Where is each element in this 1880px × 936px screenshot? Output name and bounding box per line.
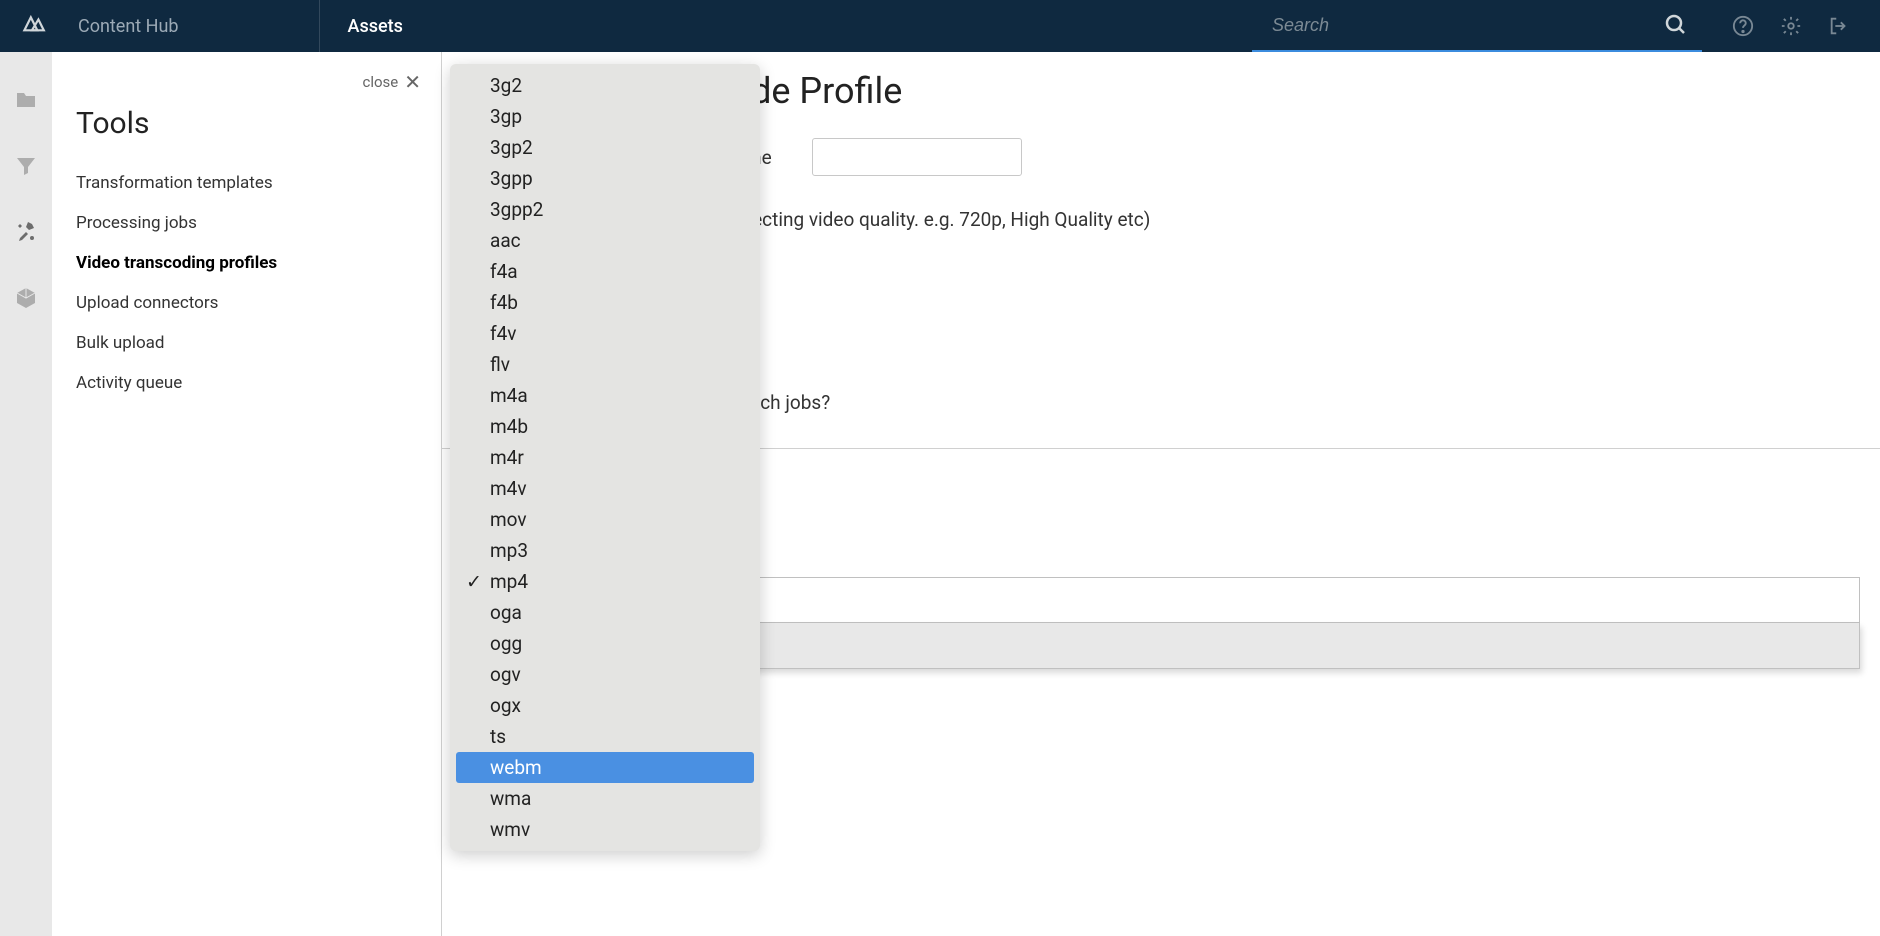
sidebar-item-bulk-upload[interactable]: Bulk upload: [72, 323, 421, 363]
nav-assets[interactable]: Assets: [320, 16, 431, 37]
format-option-m4v[interactable]: m4v: [456, 473, 754, 504]
format-option-mp3[interactable]: mp3: [456, 535, 754, 566]
format-option-ts[interactable]: ts: [456, 721, 754, 752]
sidebar-item-transformation-templates[interactable]: Transformation templates: [72, 163, 421, 203]
format-option-3gp[interactable]: 3gp: [456, 101, 754, 132]
sidebar-item-processing-jobs[interactable]: Processing jobs: [72, 203, 421, 243]
gear-icon[interactable]: [1780, 15, 1802, 37]
format-option-ogv[interactable]: ogv: [456, 659, 754, 690]
format-option-mov[interactable]: mov: [456, 504, 754, 535]
help-icon[interactable]: [1732, 15, 1754, 37]
format-option-m4b[interactable]: m4b: [456, 411, 754, 442]
format-option-webm[interactable]: webm: [456, 752, 754, 783]
sidebar-item-video-transcoding-profiles[interactable]: Video transcoding profiles: [72, 243, 421, 283]
format-option-wmv[interactable]: wmv: [456, 814, 754, 845]
filter-icon[interactable]: [14, 154, 38, 178]
app-logo-icon: [20, 13, 46, 39]
format-option-mp4[interactable]: mp4: [456, 566, 754, 597]
format-dropdown[interactable]: 3g23gp3gp23gpp3gpp2aacf4af4bf4vflvm4am4b…: [450, 64, 760, 851]
format-option-aac[interactable]: aac: [456, 225, 754, 256]
format-option-f4a[interactable]: f4a: [456, 256, 754, 287]
app-name: Content Hub: [78, 16, 299, 37]
cube-icon[interactable]: [14, 286, 38, 310]
tools-icon[interactable]: [14, 220, 38, 244]
logo-area: Content Hub: [0, 0, 320, 52]
logout-icon[interactable]: [1828, 15, 1850, 37]
panel-body: [582, 623, 1860, 669]
format-option-3gp2[interactable]: 3gp2: [456, 132, 754, 163]
search-icon[interactable]: [1664, 13, 1688, 37]
panel-header[interactable]: [582, 577, 1860, 623]
app-header: Content Hub Assets: [0, 0, 1880, 52]
format-option-f4b[interactable]: f4b: [456, 287, 754, 318]
format-option-m4a[interactable]: m4a: [456, 380, 754, 411]
format-option-3gpp2[interactable]: 3gpp2: [456, 194, 754, 225]
left-rail: [0, 52, 52, 936]
search-area: [1252, 0, 1702, 52]
format-option-m4r[interactable]: m4r: [456, 442, 754, 473]
format-option-ogg[interactable]: ogg: [456, 628, 754, 659]
format-option-f4v[interactable]: f4v: [456, 318, 754, 349]
search-input[interactable]: [1252, 5, 1702, 46]
format-option-3gpp[interactable]: 3gpp: [456, 163, 754, 194]
header-icons: [1702, 15, 1880, 37]
profile-name-input[interactable]: [812, 138, 1022, 176]
format-option-ogx[interactable]: ogx: [456, 690, 754, 721]
sidebar-item-upload-connectors[interactable]: Upload connectors: [72, 283, 421, 323]
sidebar-item-activity-queue[interactable]: Activity queue: [72, 363, 421, 403]
close-label: close: [362, 73, 398, 91]
format-option-wma[interactable]: wma: [456, 783, 754, 814]
format-option-3g2[interactable]: 3g2: [456, 70, 754, 101]
format-option-flv[interactable]: flv: [456, 349, 754, 380]
close-button[interactable]: close ✕: [362, 70, 421, 94]
close-icon: ✕: [404, 70, 421, 94]
sidebar-title: Tools: [72, 106, 421, 141]
tools-sidebar: close ✕ Tools Transformation templatesPr…: [52, 52, 442, 936]
folder-icon[interactable]: [14, 88, 38, 112]
main: close ✕ Tools Transformation templatesPr…: [0, 52, 1880, 936]
format-option-oga[interactable]: oga: [456, 597, 754, 628]
